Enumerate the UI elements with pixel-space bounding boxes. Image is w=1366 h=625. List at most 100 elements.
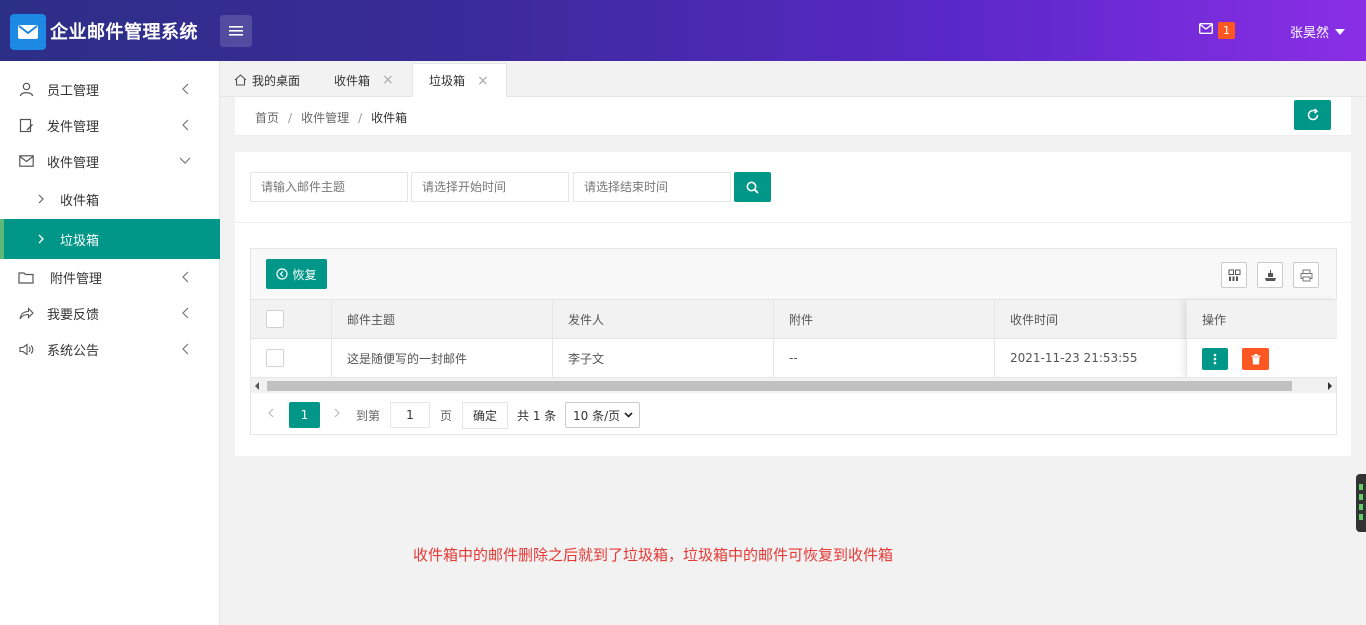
restore-label: 恢复 <box>292 267 317 282</box>
main-card: 恢复 邮件主题 发件人 附件 收件时间 <box>235 152 1351 456</box>
sidebar-item-label: 垃圾箱 <box>60 233 100 249</box>
page-tabs: 我的桌面 收件箱 × 垃圾箱 × <box>220 61 1366 97</box>
mail-notification[interactable]: 1 <box>1198 22 1235 39</box>
tab-label: 我的桌面 <box>252 73 301 88</box>
columns-filter-button[interactable] <box>1221 262 1247 288</box>
speaker-icon <box>18 341 34 357</box>
prev-page-icon[interactable] <box>266 406 276 420</box>
chevron-down-icon <box>624 412 633 418</box>
tab-my-desktop[interactable]: 我的桌面 <box>234 63 300 97</box>
divider <box>235 222 1351 223</box>
breadcrumb-section[interactable]: 收件管理 <box>301 111 349 125</box>
widget-bar <box>1359 484 1363 490</box>
tab-inbox[interactable]: 收件箱 × <box>334 63 394 97</box>
envelope-icon <box>1198 22 1214 38</box>
cell-subject: 这是随便写的一封邮件 <box>332 339 553 377</box>
sidebar-item-inbox-management[interactable]: 收件管理 <box>0 143 220 179</box>
export-icon <box>1264 269 1277 282</box>
breadcrumb: 首页 / 收件管理 / 收件箱 <box>255 111 408 125</box>
end-time-input[interactable] <box>573 172 731 202</box>
scroll-right-arrow-icon[interactable] <box>1328 382 1332 390</box>
sidebar-item-label: 收件箱 <box>60 193 100 209</box>
menu-toggle-button[interactable] <box>220 15 252 47</box>
more-vertical-icon <box>1213 353 1217 365</box>
subject-search-input[interactable] <box>250 172 408 202</box>
search-button[interactable] <box>734 172 771 202</box>
mail-count-badge: 1 <box>1218 22 1235 39</box>
table-header: 邮件主题 发件人 附件 收件时间 <box>251 300 1336 339</box>
column-header-time[interactable]: 收件时间 <box>995 300 1186 338</box>
table-row[interactable]: 这是随便写的一封邮件 李子文 -- 2021-11-23 21:53:55 <box>251 339 1336 377</box>
user-menu[interactable]: 张昊然 <box>1290 22 1346 41</box>
chevron-left-icon <box>178 82 192 96</box>
breadcrumb-home[interactable]: 首页 <box>255 111 279 125</box>
select-all-checkbox[interactable] <box>266 310 284 328</box>
sidebar-item-inbox[interactable]: 收件箱 <box>0 181 220 217</box>
sidebar-item-attachments[interactable]: 附件管理 <box>0 259 220 295</box>
actions-cell <box>1187 339 1337 377</box>
floating-widget[interactable] <box>1356 474 1366 532</box>
trash-icon <box>1251 353 1261 365</box>
column-header-attachment[interactable]: 附件 <box>774 300 995 338</box>
sidebar-item-outbox[interactable]: 发件管理 <box>0 107 220 143</box>
chevron-left-icon <box>178 270 192 284</box>
widget-bar <box>1359 494 1363 500</box>
delete-button[interactable] <box>1242 348 1269 370</box>
restore-button[interactable]: 恢复 <box>266 259 327 289</box>
widget-bar <box>1359 514 1363 520</box>
share-icon <box>18 305 34 321</box>
sidebar-item-label: 附件管理 <box>50 271 103 287</box>
close-icon[interactable]: × <box>382 72 394 88</box>
folder-icon <box>18 269 34 285</box>
scroll-left-arrow-icon[interactable] <box>255 382 259 390</box>
sidebar-item-label: 收件管理 <box>47 155 100 171</box>
chevron-left-icon <box>178 306 192 320</box>
logo-mail-icon <box>10 14 46 50</box>
horizontal-scrollbar[interactable] <box>251 377 1336 393</box>
chevron-down-icon <box>178 154 192 168</box>
chevron-left-icon <box>178 342 192 356</box>
goto-confirm-button[interactable]: 确定 <box>462 402 508 429</box>
row-checkbox[interactable] <box>266 349 284 367</box>
annotation-note: 收件箱中的邮件删除之后就到了垃圾箱，垃圾箱中的邮件可恢复到收件箱 <box>413 546 894 564</box>
top-header: 企业邮件管理系统 1 张昊然 <box>0 0 1366 61</box>
page-size-select[interactable]: 10 条/页 <box>565 402 640 428</box>
goto-page-input[interactable]: 1 <box>390 402 430 428</box>
tab-label: 收件箱 <box>334 73 371 88</box>
refresh-icon <box>1306 108 1320 122</box>
sidebar-item-label: 我要反馈 <box>47 307 100 323</box>
mail-icon <box>18 153 34 169</box>
tab-label: 垃圾箱 <box>429 74 466 88</box>
compose-icon <box>18 117 34 133</box>
print-button[interactable] <box>1293 262 1319 288</box>
next-page-icon[interactable] <box>332 406 342 420</box>
search-icon <box>746 181 759 194</box>
pagination: 1 到第 1 页 确定 共 1 条 10 条/页 <box>266 399 766 429</box>
sidebar-item-label: 员工管理 <box>47 83 100 99</box>
column-header-subject[interactable]: 邮件主题 <box>332 300 553 338</box>
sidebar-item-announcements[interactable]: 系统公告 <box>0 331 220 367</box>
table-toolbar: 恢复 <box>251 249 1336 300</box>
sidebar-item-label: 系统公告 <box>47 343 100 359</box>
start-time-input[interactable] <box>411 172 569 202</box>
sidebar-item-trash[interactable]: 垃圾箱 <box>0 219 220 259</box>
goto-label: 到第 <box>356 409 381 423</box>
export-button[interactable] <box>1257 262 1283 288</box>
sidebar-item-employees[interactable]: 员工管理 <box>0 71 220 107</box>
scrollbar-thumb[interactable] <box>267 381 1292 391</box>
sidebar-item-feedback[interactable]: 我要反馈 <box>0 295 220 331</box>
current-page[interactable]: 1 <box>289 402 320 428</box>
sidebar-item-label: 发件管理 <box>47 119 100 135</box>
caret-down-icon <box>1335 28 1346 35</box>
chevron-right-icon <box>36 192 46 206</box>
cell-time: 2021-11-23 21:53:55 <box>1010 351 1138 365</box>
more-button[interactable] <box>1202 348 1228 370</box>
column-header-sender[interactable]: 发件人 <box>553 300 774 338</box>
chevron-right-icon <box>36 232 46 246</box>
refresh-button[interactable] <box>1294 100 1331 130</box>
row-checkbox-cell <box>251 339 332 377</box>
chevron-left-icon <box>178 118 192 132</box>
tab-trash[interactable]: 垃圾箱 × <box>412 63 507 97</box>
sidebar: 员工管理 发件管理 收件管理 收件箱 垃圾箱 附件管理 我要反馈 系统公告 <box>0 61 220 625</box>
close-icon[interactable]: × <box>477 73 489 89</box>
